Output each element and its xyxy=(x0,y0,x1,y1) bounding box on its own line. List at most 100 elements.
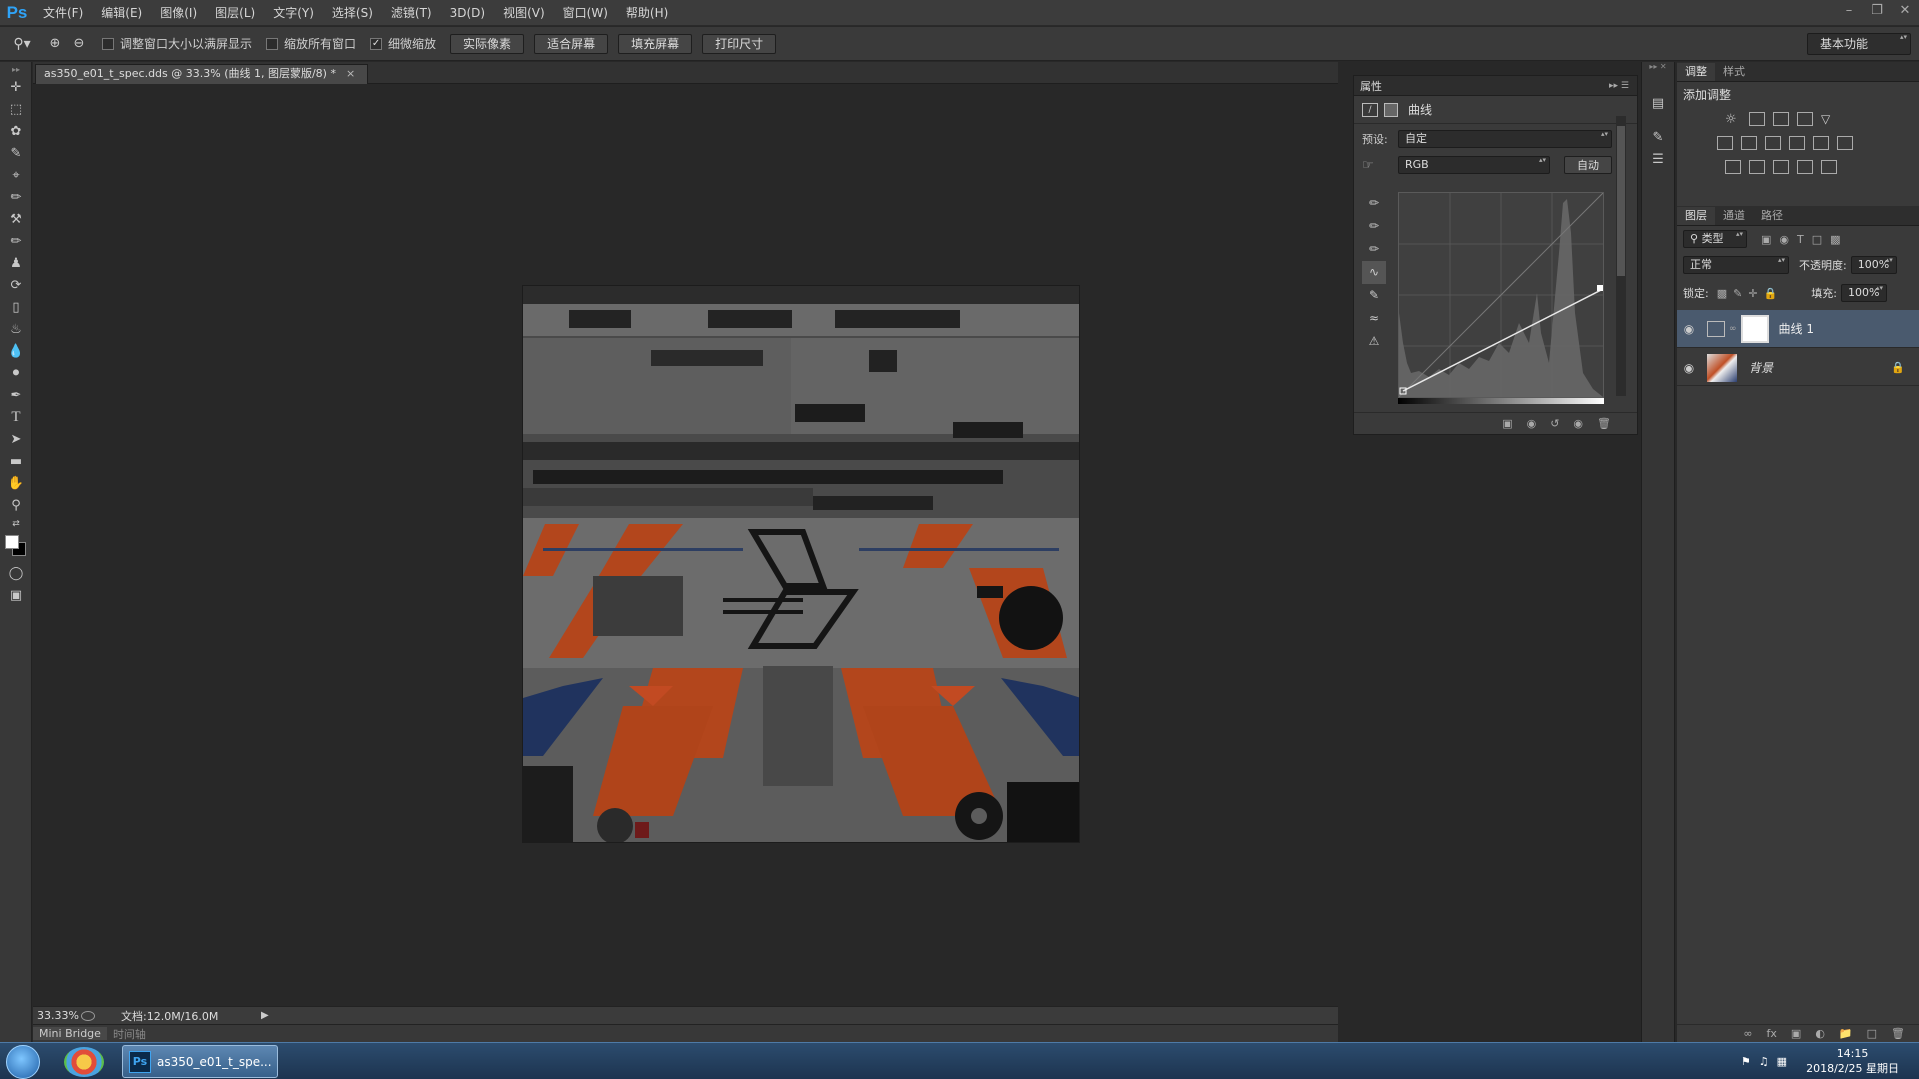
invert-icon[interactable] xyxy=(1725,160,1741,174)
scrubby-zoom-checkbox[interactable]: ✓ 细微缩放 xyxy=(370,35,436,52)
properties-scrollbar[interactable] xyxy=(1616,116,1626,396)
on-image-adjust-icon[interactable]: ☞ xyxy=(1362,158,1398,173)
menu-help[interactable]: 帮助(H) xyxy=(617,0,677,26)
rectangle-tool-icon[interactable]: ▬ xyxy=(0,450,32,472)
menu-filter[interactable]: 滤镜(T) xyxy=(382,0,441,26)
link-layers-icon[interactable]: ∞ xyxy=(1743,1027,1752,1040)
tray-icons[interactable]: ⚑♫▦ xyxy=(1741,1055,1795,1068)
start-button[interactable] xyxy=(6,1045,40,1079)
selective-color-icon[interactable] xyxy=(1797,160,1813,174)
exposure-icon[interactable] xyxy=(1797,112,1813,126)
checkmark-icon[interactable]: ✓ xyxy=(370,37,383,50)
black-point-eyedropper-icon[interactable]: ✏ xyxy=(1362,192,1386,215)
crop-tool-icon[interactable]: ⌖ xyxy=(0,164,32,186)
curve-graph[interactable] xyxy=(1398,192,1604,398)
dodge-tool-icon[interactable]: ⚫ xyxy=(0,362,32,384)
gray-point-eyedropper-icon[interactable]: ✏ xyxy=(1362,215,1386,238)
auto-button[interactable]: 自动 xyxy=(1564,156,1612,174)
levels-icon[interactable] xyxy=(1749,112,1765,126)
delete-icon[interactable]: 🗑 xyxy=(1597,417,1611,430)
curve-point-tool-icon[interactable]: ∿ xyxy=(1362,261,1386,284)
view-previous-state-icon[interactable]: ◉ xyxy=(1527,417,1537,430)
close-icon[interactable]: ✕ xyxy=(1891,0,1919,20)
color-swatches[interactable] xyxy=(0,532,32,562)
healing-brush-tool-icon[interactable]: ⚒ xyxy=(0,208,32,230)
brush-tool-icon[interactable]: ✏ xyxy=(0,230,32,252)
menu-window[interactable]: 窗口(W) xyxy=(554,0,617,26)
eraser-tool-icon[interactable]: ▯ xyxy=(0,296,32,318)
eye-icon[interactable]: ◉ xyxy=(1677,322,1701,336)
menu-edit[interactable]: 编辑(E) xyxy=(92,0,151,26)
screen-mode-icon[interactable]: ▣ xyxy=(0,584,32,606)
scroll-thumb[interactable] xyxy=(1617,126,1625,276)
mask-icon[interactable] xyxy=(1384,102,1398,117)
tab-channels[interactable]: 通道 xyxy=(1715,207,1753,225)
path-select-tool-icon[interactable]: ➤ xyxy=(0,428,32,450)
fx-icon[interactable]: fx xyxy=(1767,1027,1777,1040)
status-info-icon[interactable] xyxy=(81,1010,95,1021)
taskbar-photoshop-button[interactable]: Ps as350_e01_t_spe... xyxy=(122,1045,278,1078)
layer-row-background[interactable]: ◉ 背景 🔒 xyxy=(1677,350,1919,386)
marquee-tool-icon[interactable]: ⬚ xyxy=(0,98,32,120)
tab-timeline[interactable]: 时间轴 xyxy=(107,1026,152,1042)
print-size-button[interactable]: 打印尺寸 xyxy=(702,33,777,54)
clone-stamp-tool-icon[interactable]: ♟ xyxy=(0,252,32,274)
zoom-tool-icon[interactable]: ⚲ xyxy=(0,494,32,516)
document-tab[interactable]: as350_e01_t_spec.dds @ 33.3% (曲线 1, 图层蒙版… xyxy=(35,64,369,84)
layer-filter-select[interactable]: ⚲ 类型 xyxy=(1683,230,1747,248)
menu-view[interactable]: 视图(V) xyxy=(494,0,554,26)
type-tool-icon[interactable]: T xyxy=(0,406,32,428)
channel-select[interactable]: RGB xyxy=(1398,156,1550,174)
menu-image[interactable]: 图像(I) xyxy=(151,0,206,26)
preset-select[interactable]: 自定 xyxy=(1398,130,1612,148)
menu-type[interactable]: 文字(Y) xyxy=(264,0,323,26)
fit-screen-button[interactable]: 适合屏幕 xyxy=(534,33,609,54)
menu-file[interactable]: 文件(F) xyxy=(34,0,92,26)
hue-saturation-icon[interactable] xyxy=(1717,136,1733,150)
reset-icon[interactable]: ↺ xyxy=(1550,417,1559,430)
blur-tool-icon[interactable]: 💧 xyxy=(0,340,32,362)
pen-tool-icon[interactable]: ✒ xyxy=(0,384,32,406)
quick-mask-icon[interactable]: ◯ xyxy=(0,562,32,584)
vibrance-icon[interactable]: ▽ xyxy=(1821,112,1837,126)
smooth-curve-icon[interactable]: ≈ xyxy=(1362,307,1386,330)
zoom-in-icon[interactable]: ⊕ xyxy=(44,36,66,51)
brush-presets-panel-icon[interactable]: ☰ xyxy=(1642,148,1674,170)
clipping-warning-icon[interactable]: ⚠ xyxy=(1362,330,1386,353)
canvas-area[interactable] xyxy=(33,84,1338,1006)
fill-screen-button[interactable]: 填充屏幕 xyxy=(618,33,693,54)
tab-paths[interactable]: 路径 xyxy=(1753,207,1791,225)
add-mask-icon[interactable]: ▣ xyxy=(1791,1027,1801,1040)
pencil-curve-tool-icon[interactable]: ✎ xyxy=(1362,284,1386,307)
checkbox-box[interactable] xyxy=(102,37,114,50)
visibility-icon[interactable]: ◉ xyxy=(1573,417,1583,430)
lock-icons[interactable]: ▩✎✛🔒 xyxy=(1717,287,1784,300)
zoom-tool-preset-icon[interactable]: ⚲▾ xyxy=(0,36,44,52)
clock[interactable]: 14:15 2018/2/25 星期日 xyxy=(1806,1046,1899,1076)
channel-mixer-icon[interactable] xyxy=(1813,136,1829,150)
foreground-color-swatch[interactable] xyxy=(5,535,19,549)
menu-select[interactable]: 选择(S) xyxy=(323,0,382,26)
chrome-icon[interactable] xyxy=(64,1047,104,1077)
layer-name[interactable]: 背景 xyxy=(1749,359,1773,376)
blend-mode-select[interactable]: 正常 xyxy=(1683,256,1789,274)
restore-icon[interactable]: ❐ xyxy=(1863,0,1891,20)
layer-filter-icons[interactable]: ▣◉T□▩ xyxy=(1761,233,1849,246)
history-brush-tool-icon[interactable]: ⟳ xyxy=(0,274,32,296)
document-canvas[interactable] xyxy=(522,285,1080,843)
layer-name[interactable]: 曲线 1 xyxy=(1779,320,1814,337)
workspace-select[interactable]: 基本功能 xyxy=(1807,33,1911,55)
photo-filter-icon[interactable] xyxy=(1789,136,1805,150)
quick-select-tool-icon[interactable]: ✎ xyxy=(0,142,32,164)
new-adjustment-icon[interactable]: ◐ xyxy=(1815,1027,1825,1040)
checkbox-box[interactable] xyxy=(266,37,279,50)
menu-3d[interactable]: 3D(D) xyxy=(441,0,494,26)
color-balance-icon[interactable] xyxy=(1741,136,1757,150)
eye-icon[interactable]: ◉ xyxy=(1677,361,1701,375)
panel-menu-icon[interactable]: ▸▸ ☰ xyxy=(1609,81,1629,91)
brush-panel-icon[interactable]: ✎ xyxy=(1642,126,1674,148)
zoom-out-icon[interactable]: ⊖ xyxy=(66,36,92,51)
curves-icon[interactable] xyxy=(1773,112,1789,126)
zoom-all-windows-checkbox[interactable]: 缩放所有窗口 xyxy=(266,35,356,52)
threshold-icon[interactable] xyxy=(1773,160,1789,174)
